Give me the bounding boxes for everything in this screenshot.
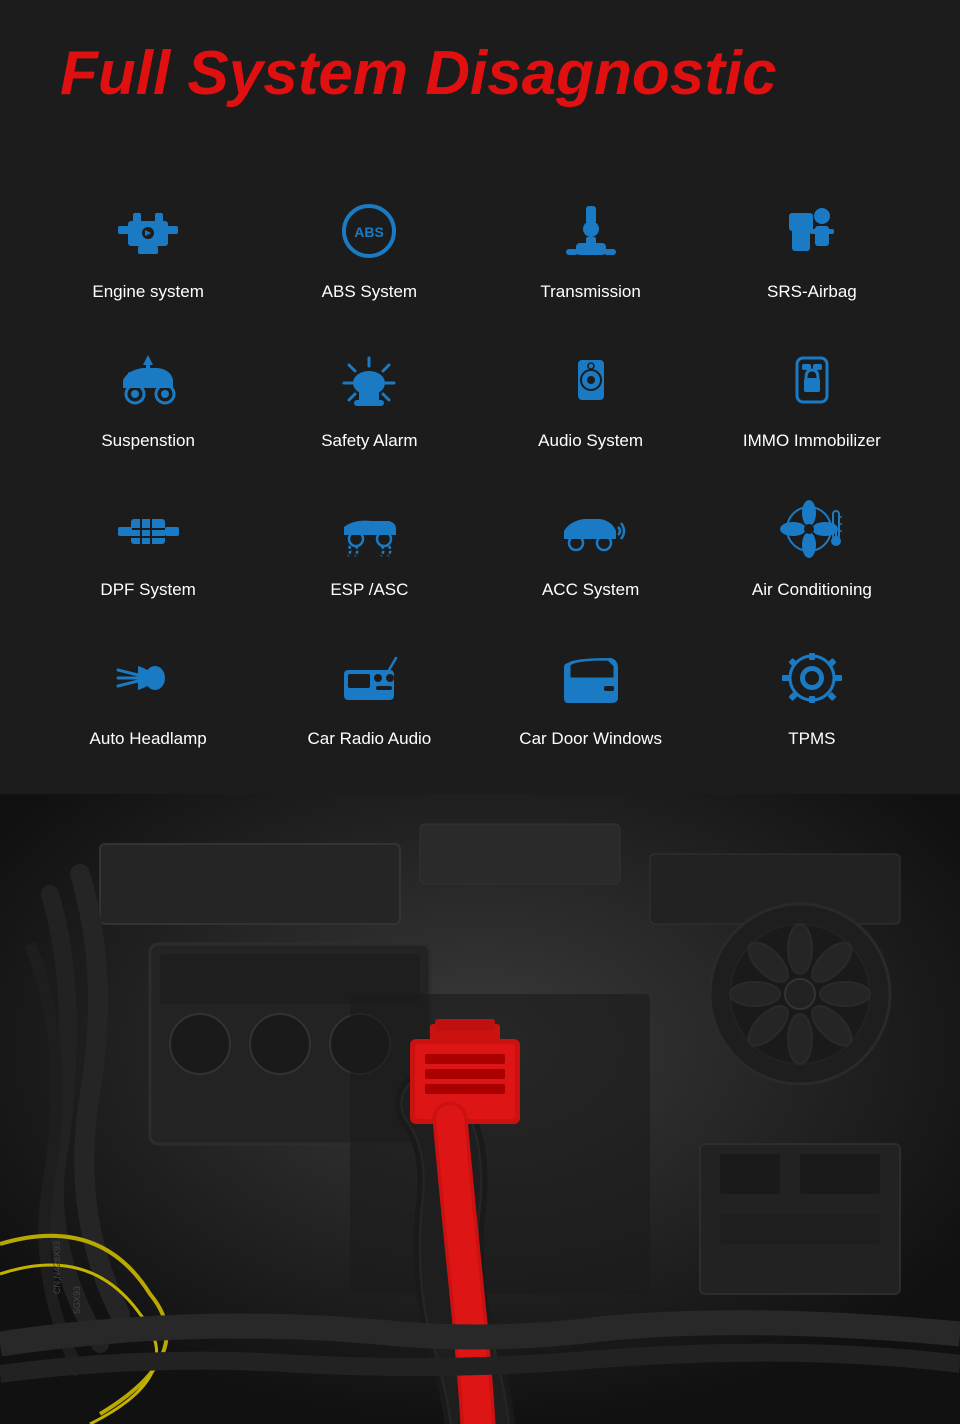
alarm-icon [329,342,409,417]
grid-item-car-radio: Car Radio Audio [261,625,477,764]
item-label-auto-headlamp: Auto Headlamp [90,729,207,749]
suspension-icon [108,342,188,417]
airbag-icon [772,193,852,268]
grid-item-safety-alarm: Safety Alarm [261,327,477,466]
item-label-air-conditioning: Air Conditioning [752,580,872,600]
grid-item-dpf-system: DPF System [40,476,256,615]
item-label-safety-alarm: Safety Alarm [321,431,417,451]
grid-item-air-conditioning: Air Conditioning [704,476,920,615]
grid-item-acc-system: ACC System [483,476,699,615]
item-label-suspension: Suspenstion [101,431,195,451]
grid-item-abs-system: ABS ABS System [261,178,477,317]
item-label-dpf-system: DPF System [100,580,195,600]
svg-text:5GX93: 5GX93 [72,1286,82,1314]
item-label-car-radio: Car Radio Audio [307,729,431,749]
acc-icon [551,491,631,566]
grid-item-auto-headlamp: Auto Headlamp [40,625,256,764]
item-label-audio-system: Audio System [538,431,643,451]
abs-icon: ABS [329,193,409,268]
item-label-engine-system: Engine system [92,282,204,302]
grid-item-tpms: TPMS [704,625,920,764]
esp-icon [329,491,409,566]
grid-item-srs-airbag: SRS-Airbag [704,178,920,317]
grid-item-immo: IMMO Immobilizer [704,327,920,466]
page-title: Full System Disagnostic [60,40,900,108]
item-label-srs-airbag: SRS-Airbag [767,282,857,302]
grid-item-transmission: Transmission [483,178,699,317]
door-icon [551,640,631,715]
grid-item-car-door: Car Door Windows [483,625,699,764]
grid-item-engine-system: Engine system [40,178,256,317]
svg-text:CN,N428X93: CN,N428X93 [52,1241,62,1294]
audio-icon [551,342,631,417]
svg-text:ABS: ABS [355,224,385,240]
item-label-immo: IMMO Immobilizer [743,431,881,451]
grid-item-suspension: Suspenstion [40,327,256,466]
grid-item-audio-system: Audio System [483,327,699,466]
headlamp-icon [108,640,188,715]
item-label-tpms: TPMS [788,729,835,749]
transmission-icon [551,193,631,268]
radio-icon [329,640,409,715]
item-label-acc-system: ACC System [542,580,639,600]
immobilizer-icon [772,342,852,417]
item-label-car-door: Car Door Windows [519,729,662,749]
engine-icon [108,193,188,268]
item-label-esp-asc: ESP /ASC [330,580,408,600]
ac-icon [772,491,852,566]
engine-photo: CN,N428X93 5GX93 [0,794,960,1424]
item-label-abs-system: ABS System [322,282,417,302]
grid-item-esp-asc: ESP /ASC [261,476,477,615]
tpms-icon [772,640,852,715]
item-label-transmission: Transmission [540,282,640,302]
dpf-icon [108,491,188,566]
